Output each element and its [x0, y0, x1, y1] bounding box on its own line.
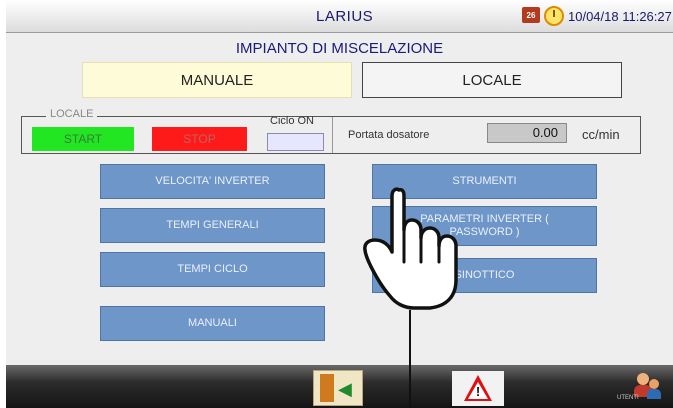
tempi-ciclo-button[interactable]: TEMPI CICLO: [100, 252, 325, 287]
manuali-button[interactable]: MANUALI: [100, 306, 325, 341]
sinottico-label: SINOTTICO: [454, 269, 515, 281]
users-label: UTENTI: [617, 395, 639, 401]
strumenti-label: STRUMENTI: [452, 175, 517, 187]
exclamation-mark: !: [475, 384, 481, 399]
user-body-icon-2: [647, 389, 661, 399]
parametri-inverter-button[interactable]: PARAMETRI INVERTER ( PASSWORD ): [372, 206, 597, 246]
bottom-toolbar: ◀ ! UTENTI: [6, 365, 673, 408]
datetime-display: 10/04/18 11:26:27: [568, 9, 672, 24]
velocita-inverter-label: VELOCITA' INVERTER: [155, 175, 270, 187]
velocita-inverter-button[interactable]: VELOCITA' INVERTER: [100, 164, 325, 199]
user-head-icon: [637, 373, 649, 385]
strumenti-button[interactable]: STRUMENTI: [372, 164, 597, 199]
user-head-icon-2: [649, 379, 659, 389]
sinottico-button[interactable]: SINOTTICO: [372, 258, 597, 293]
app-title: LARIUS: [316, 8, 374, 25]
ciclo-on-indicator: [267, 133, 324, 151]
locale-group-label: LOCALE: [46, 108, 98, 120]
arrow-left-icon: ◀: [338, 379, 352, 399]
page-title: IMPIANTO DI MISCELAZIONE: [235, 40, 444, 57]
door-shape: [320, 374, 334, 402]
tempi-ciclo-label: TEMPI CICLO: [177, 263, 248, 275]
manual-mode-button[interactable]: MANUALE: [82, 62, 352, 98]
exit-door-icon[interactable]: ◀: [313, 370, 363, 406]
parametri-inverter-label: PARAMETRI INVERTER ( PASSWORD ): [420, 213, 549, 238]
users-icon[interactable]: UTENTI: [607, 369, 669, 405]
stop-button[interactable]: STOP: [152, 127, 247, 151]
ciclo-on-label: Ciclo ON: [270, 115, 315, 127]
manuali-label: MANUALI: [188, 317, 237, 329]
divider: [332, 117, 333, 153]
hmi-screen: LARIUS 26 10/04/18 11:26:27 IMPIANTO DI …: [6, 0, 673, 408]
control-panel: LOCALE START STOP Ciclo ON Portata dosat…: [21, 108, 641, 154]
title-bar: LARIUS 26 10/04/18 11:26:27: [6, 0, 673, 33]
warning-icon[interactable]: !: [452, 371, 504, 406]
clock-icon[interactable]: [544, 6, 564, 26]
start-button[interactable]: START: [32, 127, 134, 151]
local-mode-button[interactable]: LOCALE: [362, 62, 622, 98]
calendar-icon[interactable]: 26: [522, 7, 540, 23]
portata-unit: cc/min: [582, 127, 620, 142]
portata-value-field[interactable]: 0.00: [487, 123, 567, 143]
portata-label: Portata dosatore: [348, 129, 430, 141]
tempi-generali-button[interactable]: TEMPI GENERALI: [100, 208, 325, 243]
tempi-generali-label: TEMPI GENERALI: [166, 219, 259, 231]
